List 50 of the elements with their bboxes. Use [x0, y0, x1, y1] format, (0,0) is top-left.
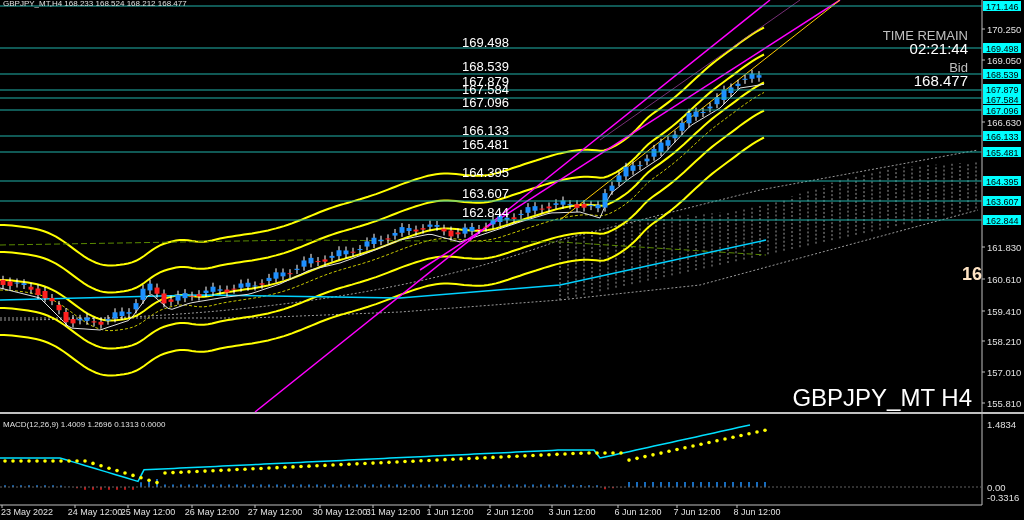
axis-tick-label: 169.050 [987, 54, 1022, 66]
axis-tick-label: 170.250 [987, 23, 1022, 35]
time-axis-label: 1 Jun 12:00 [426, 507, 474, 517]
time-axis-label: 7 Jun 12:00 [673, 507, 721, 517]
time-axis-label: 3 Jun 12:00 [548, 507, 596, 517]
price-level-tag: 162.844 [983, 215, 1021, 226]
time-remain-label: TIME REMAIN [882, 28, 968, 43]
price-level-tag: 169.498 [983, 43, 1021, 54]
macd-axis-label: 1.4834 [987, 418, 1017, 430]
macd-axis-label: -0.3316 [987, 491, 1020, 503]
macd-axis-label: 0.00 [987, 481, 1006, 493]
time-axis-label: 26 May 12:00 [184, 507, 240, 517]
axis-tick-label: 161.830 [987, 241, 1022, 253]
time-remain-value: 02:21:44 [909, 40, 968, 57]
time-axis-label: 23 May 2022 [1, 507, 54, 517]
price-level-tag: 164.395 [983, 176, 1021, 187]
price-level-tag: 165.481 [983, 147, 1021, 158]
level-label: 166.133 [462, 123, 509, 138]
price-level-tag: 167.584 [983, 94, 1021, 105]
axis-tick-label: 155.810 [987, 397, 1022, 409]
price-level-tag: 171.146 [983, 1, 1021, 12]
time-axis-label: 25 May 12:00 [120, 507, 176, 517]
bid-label: Bid [949, 60, 968, 75]
chart-header-text: GBPJPY_MT,H4 168.233 168.524 168.212 168.477 [3, 0, 187, 8]
axis-tick-label: 157.010 [987, 366, 1022, 378]
time-axis-label: 30 May 12:00 [312, 507, 368, 517]
level-label: 165.481 [462, 137, 509, 152]
axis-tick-label: 160.610 [987, 273, 1022, 285]
price-level-tag: 167.096 [983, 105, 1021, 116]
time-axis-label: 2 Jun 12:00 [486, 507, 534, 517]
time-axis-label: 27 May 12:00 [247, 507, 303, 517]
axis-tick-label: 158.210 [987, 335, 1022, 347]
time-axis-label: 6 Jun 12:00 [614, 507, 662, 517]
time-axis-label: 31 May 12:00 [365, 507, 421, 517]
price-level-tag: 168.539 [983, 69, 1021, 80]
axis-tick-label: 159.410 [987, 305, 1022, 317]
price-level-tag: 166.133 [983, 131, 1021, 142]
time-axis-label: 8 Jun 12:00 [733, 507, 781, 517]
macd-label: MACD(12,26,9) 1.4009 1.2696 0.1313 0.0000 [3, 420, 166, 429]
price-level-tag: 167.879 [983, 84, 1021, 95]
price-label: 16 [962, 264, 983, 284]
axis-tick-label: 166.630 [987, 116, 1022, 128]
chart-title: GBPJPY_MT H4 [792, 384, 972, 411]
time-axis-label: 24 May 12:00 [67, 507, 123, 517]
level-label: 169.498 [462, 35, 509, 50]
level-label: 163.607 [462, 186, 509, 201]
level-label: 167.096 [462, 95, 509, 110]
price-level-tag: 163.607 [983, 196, 1021, 207]
bid-value: 168.477 [913, 72, 968, 89]
level-label: 168.539 [462, 59, 509, 74]
